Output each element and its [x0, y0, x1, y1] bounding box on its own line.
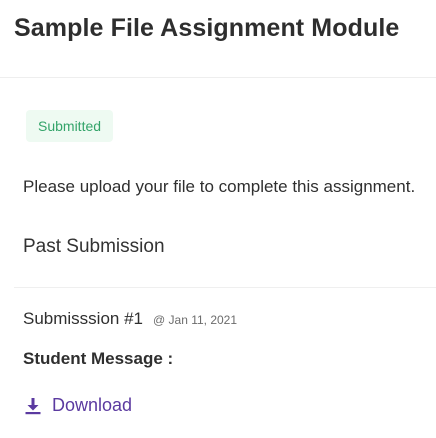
assignment-page: Sample File Assignment Module Submitted …: [0, 0, 436, 438]
download-icon: [24, 397, 42, 415]
assignment-instructions: Please upload your file to complete this…: [23, 177, 416, 196]
header-divider: [0, 77, 436, 78]
section-divider: [14, 287, 436, 288]
submission-label: Submisssion #1: [23, 309, 144, 328]
download-link[interactable]: Download: [24, 395, 132, 416]
page-title: Sample File Assignment Module: [14, 14, 400, 42]
status-badge: Submitted: [26, 110, 114, 142]
download-label: Download: [52, 395, 133, 415]
student-message-label: Student Message :: [23, 349, 174, 368]
past-submission-heading: Past Submission: [23, 236, 165, 257]
submission-header: Submisssion #1 @ Jan 11, 2021: [23, 309, 237, 329]
submission-date: @ Jan 11, 2021: [153, 313, 238, 327]
